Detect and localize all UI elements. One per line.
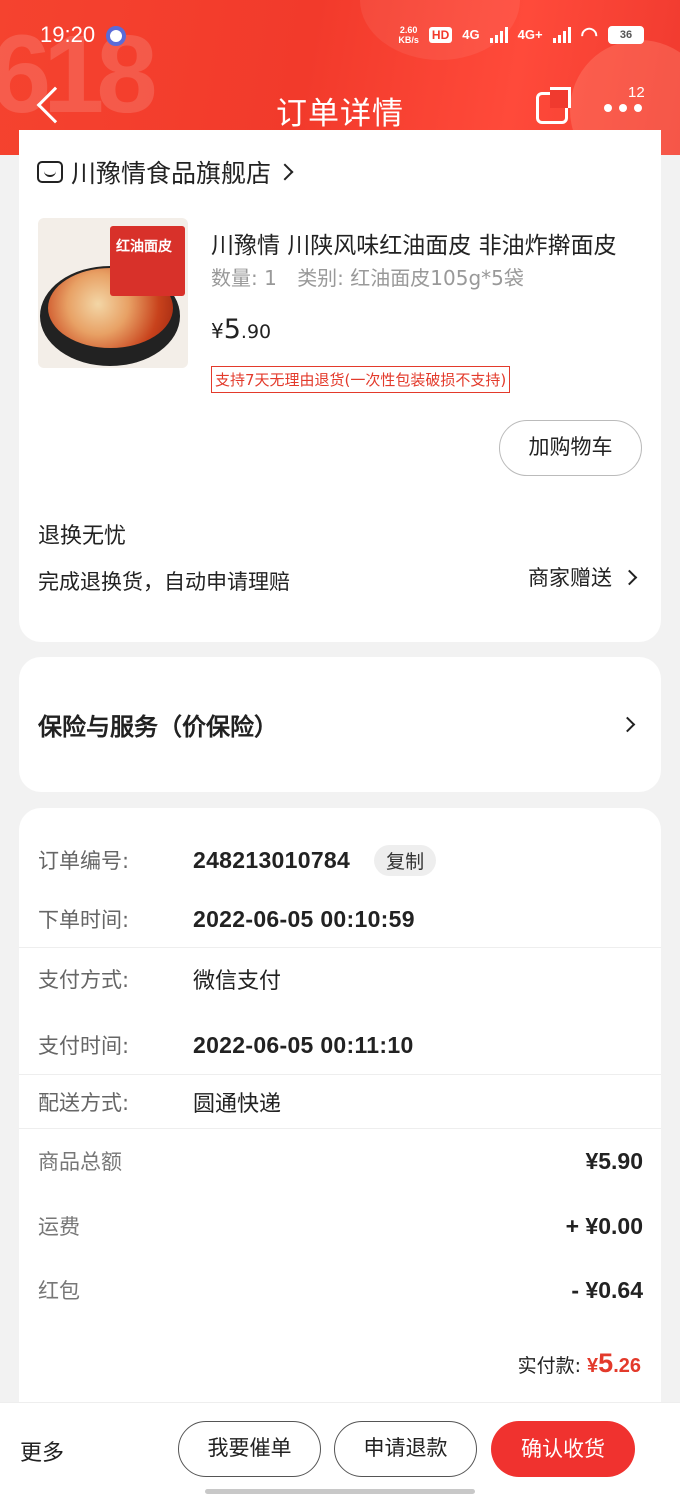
product-title[interactable]: 川豫情 川陕风味红油面皮 非油炸擀面皮 — [211, 226, 631, 260]
paid-amount-row: 实付款: ¥5.26 — [518, 1348, 641, 1379]
network-4g-label: 4G — [462, 27, 480, 42]
pay-time-label: 支付时间: — [38, 1034, 130, 1058]
goods-total-label: 商品总额 — [38, 1150, 122, 1174]
product-card: 川豫情食品旗舰店 红油面皮 川豫情 川陕风味红油面皮 非油炸擀面皮 数量: 1 … — [19, 130, 661, 642]
insurance-card[interactable]: 保险与服务（价保险） — [19, 657, 661, 792]
goods-total-row: 商品总额 ¥5.90 — [38, 1141, 643, 1181]
product-category: 类别: 红油面皮105g*5袋 — [297, 266, 524, 290]
page-title: 订单详情 — [276, 96, 404, 132]
status-time: 19:20 — [40, 22, 96, 47]
paid-label: 实付款: — [517, 1355, 582, 1377]
insurance-title: 保险与服务（价保险） — [38, 713, 278, 741]
refund-button[interactable]: 申请退款 — [334, 1421, 477, 1477]
signal-icon — [489, 26, 508, 43]
copy-button[interactable]: 复制 — [374, 844, 437, 876]
worry-free-right-label: 商家赠送 — [528, 566, 612, 590]
signal-icon — [552, 26, 571, 43]
worry-free-desc: 完成退换货，自动申请理赔 — [38, 570, 290, 594]
redpacket-value: - ¥0.64 — [571, 1276, 643, 1303]
pay-method-label: 支付方式: — [38, 968, 130, 992]
message-badge: 12 — [628, 84, 645, 101]
shipping-value: + ¥0.00 — [565, 1212, 643, 1239]
order-time-label: 下单时间: — [38, 908, 130, 932]
product-price: ¥5.90 — [211, 314, 272, 345]
status-icons: 2.60 KB/s HD 4G 4G+ ◠ 36 — [398, 22, 644, 47]
bottom-action-bar: 更多 我要催单 申请退款 确认收货 — [0, 1402, 680, 1496]
delivery-value: 圆通快递 — [193, 1092, 282, 1117]
share-icon[interactable] — [536, 87, 571, 124]
product-quantity: 数量: 1 — [211, 266, 277, 290]
shipping-label: 运费 — [38, 1215, 80, 1239]
store-link[interactable]: 川豫情食品旗舰店 — [37, 156, 294, 188]
product-spec: 数量: 1 类别: 红油面皮105g*5袋 — [211, 262, 538, 291]
store-icon — [37, 161, 63, 183]
hd-icon: HD — [428, 26, 453, 43]
redpacket-label: 红包 — [38, 1279, 80, 1303]
wifi-icon: ◠ — [580, 24, 598, 46]
more-button[interactable]: 更多 — [20, 1435, 64, 1467]
product-image-label: 红油面皮 — [116, 239, 172, 255]
add-to-cart-button[interactable]: 加购物车 — [499, 420, 642, 476]
paid-value: ¥5.26 — [587, 1348, 641, 1378]
divider — [19, 947, 661, 948]
order-number-value: 248213010784 — [193, 846, 351, 873]
order-number-row: 订单编号: 248213010784 复制 — [38, 840, 643, 880]
order-number-label: 订单编号: — [38, 849, 130, 873]
worry-free-link[interactable]: 商家赠送 — [528, 562, 638, 592]
goods-total-value: ¥5.90 — [585, 1147, 643, 1174]
urge-order-button[interactable]: 我要催单 — [178, 1421, 321, 1477]
shipping-row: 运费 + ¥0.00 — [38, 1206, 643, 1246]
network-speed: 2.60 KB/s — [398, 24, 419, 45]
chevron-right-icon — [621, 569, 638, 585]
return-policy-tag: 支持7天无理由退货(一次性包装破损不支持) — [211, 366, 511, 393]
product-image[interactable]: 红油面皮 — [38, 218, 188, 368]
chevron-right-icon — [619, 716, 636, 733]
delivery-row: 配送方式: 圆通快递 — [38, 1082, 643, 1122]
home-indicator[interactable] — [205, 1489, 475, 1494]
confirm-receipt-button[interactable]: 确认收货 — [491, 1421, 635, 1477]
app-notification-icon — [106, 26, 126, 46]
store-name: 川豫情食品旗舰店 — [71, 159, 272, 188]
divider — [19, 1128, 661, 1129]
network-4g-plus-label: 4G+ — [517, 27, 543, 42]
status-bar: 19:20 2.60 KB/s HD 4G 4G+ ◠ 36 — [0, 0, 680, 70]
order-time-row: 下单时间: 2022-06-05 00:10:59 — [38, 899, 643, 939]
pay-method-value: 微信支付 — [193, 969, 282, 994]
pay-time-value: 2022-06-05 00:11:10 — [193, 1031, 414, 1058]
order-time-value: 2022-06-05 00:10:59 — [193, 905, 415, 932]
pay-time-row: 支付时间: 2022-06-05 00:11:10 — [38, 1025, 643, 1065]
delivery-label: 配送方式: — [38, 1091, 130, 1115]
divider — [19, 1074, 661, 1075]
order-info-card: 订单编号: 248213010784 复制 下单时间: 2022-06-05 0… — [19, 808, 661, 1408]
more-icon[interactable] — [604, 104, 642, 112]
battery-icon: 36 — [608, 25, 644, 44]
worry-free-title: 退换无忧 — [38, 524, 127, 549]
pay-method-row: 支付方式: 微信支付 — [38, 959, 643, 999]
redpacket-row: 红包 - ¥0.64 — [38, 1270, 643, 1310]
chevron-right-icon — [276, 163, 294, 181]
